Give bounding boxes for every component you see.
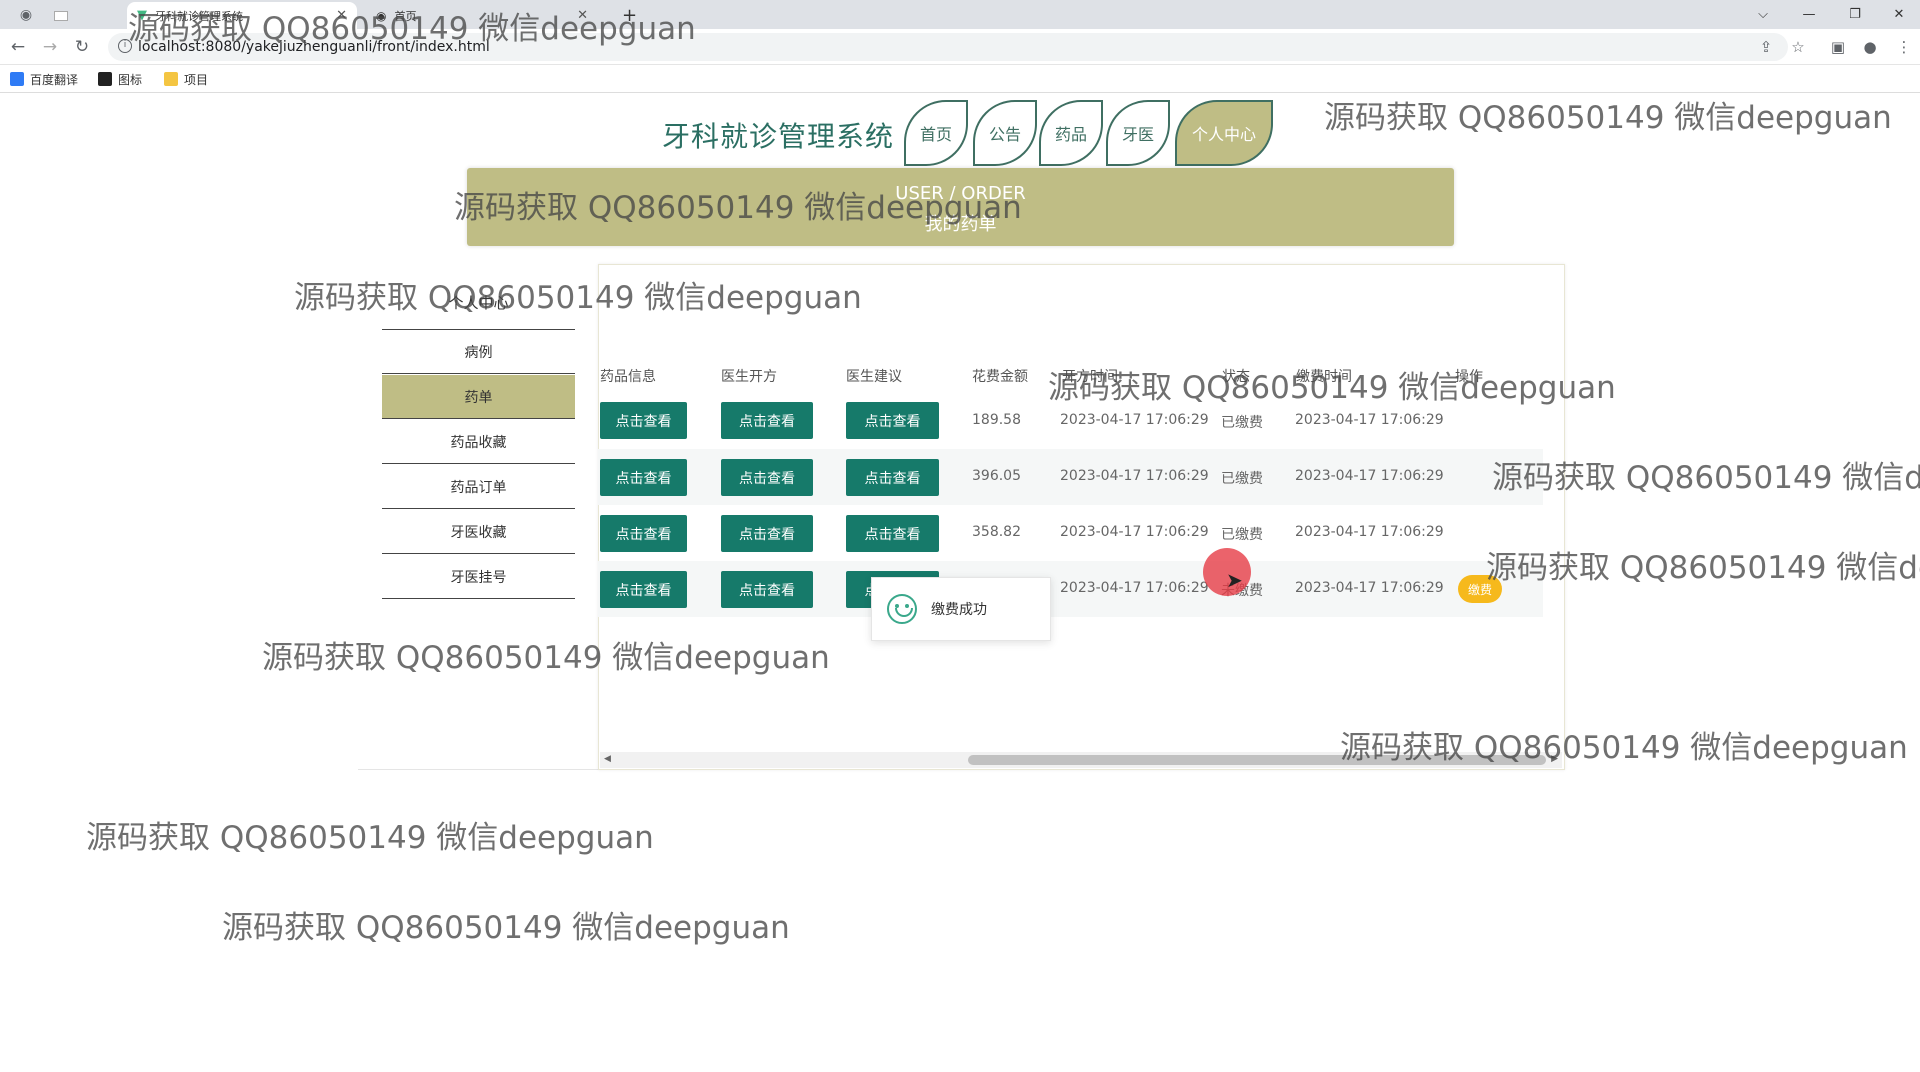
reload-icon[interactable]: ↻ <box>70 35 94 59</box>
view-medicine-info-button[interactable]: 点击查看 <box>600 459 687 496</box>
scroll-left-icon[interactable]: ◀ <box>604 754 611 764</box>
column-header-doctor-advice: 医生建议 <box>846 369 902 385</box>
paid-time-cell: 2023-04-17 17:06:29 <box>1295 524 1444 540</box>
view-doctor-prescription-button[interactable]: 点击查看 <box>721 515 813 552</box>
bookmarks-bar: 百度翻译 图标 项目 <box>0 65 1920 93</box>
bookmark-label: 百度翻译 <box>30 72 79 87</box>
bookmark-label: 图标 <box>118 72 143 87</box>
sidebar-item-dentist-registration[interactable]: 牙医挂号 <box>382 555 575 599</box>
sidebar-item-cases[interactable]: 病例 <box>382 330 575 374</box>
tab-favicon-icon[interactable]: ◉ <box>14 3 38 27</box>
paid-time-cell: 2023-04-17 17:06:29 <box>1295 580 1444 596</box>
restore-icon[interactable]: ❐ <box>1832 0 1878 29</box>
back-icon[interactable]: ← <box>6 35 30 59</box>
column-header-medicine-info: 药品信息 <box>600 369 656 385</box>
watermark: 源码获取 QQ86050149 微信deepguan <box>262 640 830 676</box>
column-header-amount: 花费金额 <box>972 369 1028 385</box>
toast-text: 缴费成功 <box>931 602 987 618</box>
nav-home[interactable]: 首页 <box>904 100 968 166</box>
browser-tab-blank[interactable] <box>44 2 78 29</box>
bookmark-icons[interactable]: 图标 <box>98 71 142 87</box>
nav-personal-center[interactable]: 个人中心 <box>1175 100 1273 166</box>
status-cell: 已缴费 <box>1221 527 1263 543</box>
bookmark-project[interactable]: 项目 <box>164 71 208 87</box>
sidebar-item-medicine-favorites[interactable]: 药品收藏 <box>382 420 575 464</box>
image-icon <box>98 72 112 86</box>
watermark: 源码获取 QQ86050149 微信deepguan <box>86 820 654 856</box>
watermark: 源码获取 QQ86050149 微信deepguan <box>294 280 862 316</box>
smile-icon <box>887 594 917 624</box>
watermark: 源码获取 QQ86050149 微信deepguan <box>1486 550 1920 586</box>
folder-icon <box>164 72 178 86</box>
watermark: 源码获取 QQ86050149 微信deepguan <box>1340 730 1908 766</box>
sidebar-item-dentist-favorites[interactable]: 牙医收藏 <box>382 510 575 554</box>
blank-tab-icon <box>54 10 68 21</box>
minimize-icon[interactable]: — <box>1786 0 1832 29</box>
watermark: 源码获取 QQ86050149 微信deepguan <box>222 910 790 946</box>
watermark: 源码获取 QQ86050149 微信deepguan <box>1324 100 1892 136</box>
profile-icon[interactable]: ● <box>1860 37 1880 57</box>
bookmark-star-icon[interactable]: ☆ <box>1788 37 1808 57</box>
sidebar-item-prescriptions[interactable]: 药单 <box>382 375 575 419</box>
toast-message: 缴费成功 <box>871 577 1051 641</box>
bookmark-baidu-translate[interactable]: 百度翻译 <box>10 71 78 87</box>
menu-kebab-icon[interactable]: ⋮ <box>1894 37 1914 57</box>
prescribe-time-cell: 2023-04-17 17:06:29 <box>1060 524 1209 540</box>
share-icon[interactable]: ⇪ <box>1756 37 1776 57</box>
tab-search-icon[interactable]: ⌵ <box>1740 0 1786 29</box>
amount-cell: 396.05 <box>972 468 1021 484</box>
paid-time-cell: 2023-04-17 17:06:29 <box>1295 412 1444 428</box>
view-medicine-info-button[interactable]: 点击查看 <box>600 402 687 439</box>
nav-dentist[interactable]: 牙医 <box>1106 100 1170 166</box>
amount-cell: 358.82 <box>972 524 1021 540</box>
status-cell: 已缴费 <box>1221 415 1263 431</box>
view-medicine-info-button[interactable]: 点击查看 <box>600 515 687 552</box>
status-cell: 已缴费 <box>1221 471 1263 487</box>
prescribe-time-cell: 2023-04-17 17:06:29 <box>1060 412 1209 428</box>
view-medicine-info-button[interactable]: 点击查看 <box>600 571 687 608</box>
close-window-icon[interactable]: ✕ <box>1876 0 1920 29</box>
view-doctor-advice-button[interactable]: 点击查看 <box>846 515 939 552</box>
paid-time-cell: 2023-04-17 17:06:29 <box>1295 468 1444 484</box>
site-title: 牙科就诊管理系统 <box>662 120 895 153</box>
prescribe-time-cell: 2023-04-17 17:06:29 <box>1060 580 1209 596</box>
forward-icon[interactable]: → <box>38 35 62 59</box>
sidebar-item-medicine-orders[interactable]: 药品订单 <box>382 465 575 509</box>
side-panel-icon[interactable]: ▣ <box>1828 37 1848 57</box>
watermark: 源码获取 QQ86050149 微信deepguan <box>454 190 1022 226</box>
translate-icon <box>10 72 24 86</box>
watermark: 源码获取 QQ86050149 微信deepguan <box>1048 370 1616 406</box>
prescribe-time-cell: 2023-04-17 17:06:29 <box>1060 468 1209 484</box>
view-doctor-prescription-button[interactable]: 点击查看 <box>721 571 813 608</box>
nav-notice[interactable]: 公告 <box>973 100 1037 166</box>
mouse-cursor-icon: ➤ <box>1226 568 1243 592</box>
watermark: 源码获取 QQ86050149 微信deepguan <box>1492 460 1920 496</box>
view-doctor-advice-button[interactable]: 点击查看 <box>846 459 939 496</box>
column-header-doctor-prescription: 医生开方 <box>721 369 777 385</box>
view-doctor-advice-button[interactable]: 点击查看 <box>846 402 939 439</box>
watermark: 源码获取 QQ86050149 微信deepguan <box>128 11 696 47</box>
bookmark-label: 项目 <box>184 72 209 87</box>
nav-medicine[interactable]: 药品 <box>1039 100 1103 166</box>
view-doctor-prescription-button[interactable]: 点击查看 <box>721 459 813 496</box>
view-doctor-prescription-button[interactable]: 点击查看 <box>721 402 813 439</box>
amount-cell: 189.58 <box>972 412 1021 428</box>
